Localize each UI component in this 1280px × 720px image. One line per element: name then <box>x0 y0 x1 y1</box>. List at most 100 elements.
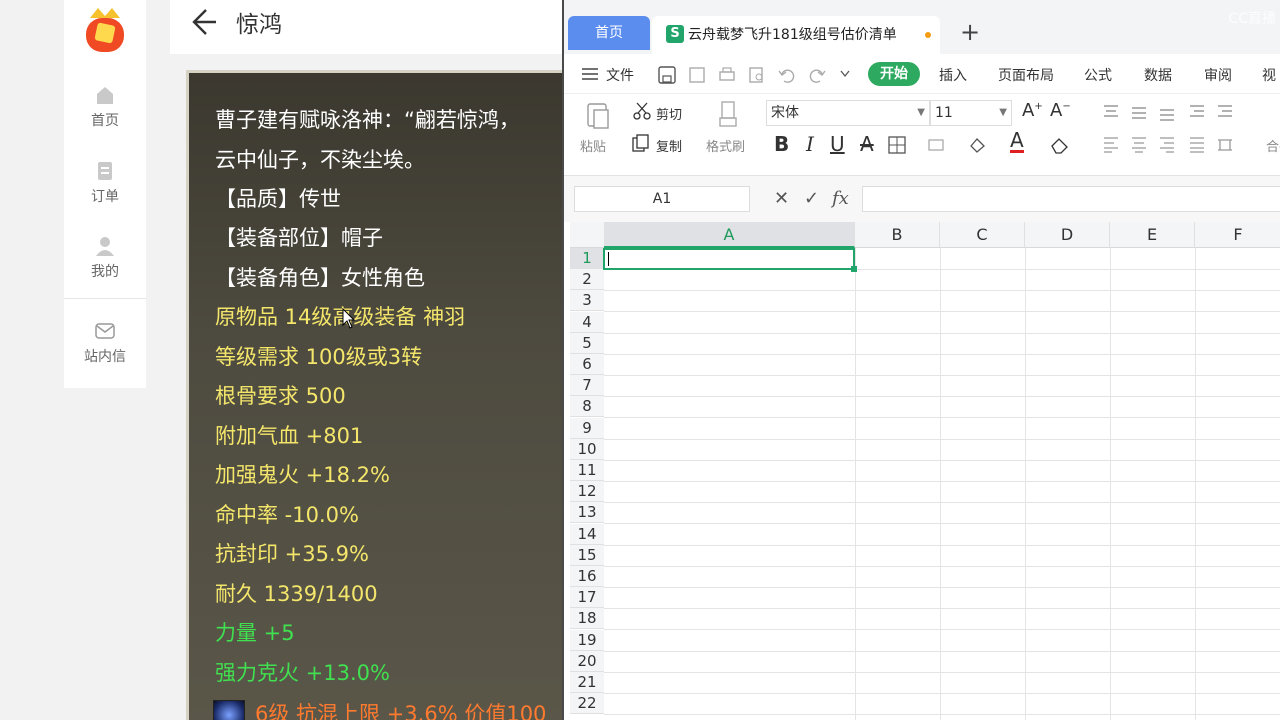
tab-home[interactable]: 首页 <box>568 16 650 50</box>
item-stat: 等级需求 100级或3转 <box>215 345 423 369</box>
format-painter-button[interactable]: 格式刷 <box>706 136 745 155</box>
fill-handle[interactable] <box>851 266 857 272</box>
row-gridline <box>604 459 1280 461</box>
menu-formula[interactable]: 公式 <box>1084 65 1112 85</box>
italic-icon[interactable]: I <box>806 132 814 156</box>
cell-style-icon[interactable] <box>928 136 946 154</box>
mouse-cursor-icon <box>342 308 356 329</box>
bold-icon[interactable]: B <box>774 132 789 156</box>
decrease-font-icon[interactable]: A− <box>1050 100 1071 121</box>
row-header[interactable]: 21 <box>570 672 604 693</box>
column-header[interactable]: D <box>1025 222 1110 248</box>
column-header[interactable]: F <box>1195 222 1280 248</box>
item-bonus-stat: 力量 +5 <box>215 621 295 645</box>
underline-icon[interactable]: U <box>830 132 845 156</box>
row-gridline <box>604 396 1280 398</box>
print-icon[interactable] <box>718 66 736 84</box>
row-gridline <box>604 650 1280 652</box>
menu-page-layout[interactable]: 页面布局 <box>998 65 1054 85</box>
merge-button[interactable]: 合并 <box>1266 136 1280 155</box>
cut-button[interactable]: 剪切 <box>656 104 682 123</box>
paste-icon[interactable] <box>586 100 612 130</box>
row-header[interactable]: 8 <box>570 396 604 418</box>
nav-orders[interactable]: 订单 <box>64 160 146 206</box>
row-header[interactable]: 16 <box>570 566 604 587</box>
row-header[interactable]: 7 <box>570 375 604 397</box>
row-header[interactable]: 22 <box>570 693 604 715</box>
nav-messages-label: 站内信 <box>84 349 126 365</box>
eraser-icon[interactable] <box>1050 136 1070 154</box>
cancel-formula-icon[interactable]: ✕ <box>774 188 789 209</box>
row-header[interactable]: 12 <box>570 481 604 503</box>
select-all-corner[interactable] <box>570 222 604 248</box>
format-painter-icon[interactable] <box>716 100 740 130</box>
row-header[interactable]: 9 <box>570 417 604 439</box>
menu-review[interactable]: 审阅 <box>1204 65 1232 85</box>
row-header[interactable]: 6 <box>570 354 604 375</box>
row-header[interactable]: 4 <box>570 311 604 333</box>
paste-button[interactable]: 粘贴 <box>580 136 606 155</box>
row-header[interactable]: 13 <box>570 502 604 524</box>
copy-icon <box>632 134 649 152</box>
tab-document[interactable]: S 云舟载梦飞升181级组号估价清单 <box>652 16 940 54</box>
new-tab-button[interactable]: + <box>960 18 980 46</box>
selected-cell[interactable] <box>603 248 857 272</box>
back-arrow-icon[interactable] <box>186 6 218 38</box>
spreadsheet-icon: S <box>666 25 684 43</box>
row-header[interactable]: 10 <box>570 438 604 460</box>
column-header[interactable]: B <box>855 222 940 248</box>
borders-icon[interactable] <box>888 136 906 154</box>
print-preview-icon[interactable] <box>748 66 766 84</box>
menu-data[interactable]: 数据 <box>1144 65 1172 85</box>
font-size-select[interactable]: 11 ▼ <box>930 100 1012 126</box>
row-header[interactable]: 1 <box>570 248 604 269</box>
copy-button[interactable]: 复制 <box>656 136 682 155</box>
confirm-formula-icon[interactable]: ✓ <box>804 188 819 209</box>
formula-input[interactable] <box>862 186 1280 212</box>
row-header[interactable]: 14 <box>570 523 604 545</box>
alignment-icons[interactable] <box>1102 102 1242 122</box>
text-cursor <box>608 252 609 266</box>
hamburger-icon[interactable] <box>582 67 598 81</box>
menu-file[interactable]: 文件 <box>606 65 634 85</box>
save-icon[interactable] <box>658 66 676 84</box>
column-header[interactable]: E <box>1110 222 1195 248</box>
nav-messages[interactable]: 站内信 <box>64 320 146 366</box>
nav-mine[interactable]: 我的 <box>64 235 146 281</box>
ribbon-toolbar: 粘贴 剪切 复制 格式刷 宋体 ▼ 11 ▼ A+ A− B I U A A 合并 <box>564 94 1280 176</box>
row-header[interactable]: 3 <box>570 290 604 312</box>
strikethrough-icon[interactable]: A <box>860 132 874 156</box>
fill-color-icon[interactable] <box>968 136 988 154</box>
export-icon[interactable] <box>688 66 706 84</box>
item-role: 【装备角色】女性角色 <box>215 266 425 290</box>
row-gridline <box>604 290 1280 292</box>
chevron-down-icon[interactable] <box>840 70 850 78</box>
row-gridline <box>604 481 1280 482</box>
column-header[interactable]: A <box>604 222 855 248</box>
row-gridline <box>604 714 1280 716</box>
font-family-select[interactable]: 宋体 ▼ <box>766 100 930 126</box>
row-header[interactable]: 20 <box>570 650 604 672</box>
row-header[interactable]: 18 <box>570 608 604 630</box>
font-size-value: 11 <box>935 105 953 121</box>
nav-home[interactable]: 首页 <box>64 84 146 130</box>
function-button[interactable]: fx <box>832 188 849 209</box>
left-sidebar: 首页 订单 我的 站内信 <box>64 0 146 388</box>
spreadsheet-grid[interactable]: A B C D E F 1 2 3 4 5 6 7 8 9 10 11 12 13 14 15 16 17 18 1… <box>564 222 1280 720</box>
undo-icon[interactable] <box>778 66 796 84</box>
row-header[interactable]: 15 <box>570 544 604 566</box>
justify-icons[interactable] <box>1102 136 1242 154</box>
increase-font-icon[interactable]: A+ <box>1022 100 1043 121</box>
redo-icon[interactable] <box>808 66 826 84</box>
row-header[interactable]: 11 <box>570 460 604 481</box>
name-box[interactable]: A1 <box>574 186 750 212</box>
row-header[interactable]: 5 <box>570 332 604 354</box>
menu-start[interactable]: 开始 <box>868 62 920 86</box>
menu-view[interactable]: 视 <box>1262 65 1276 85</box>
row-header[interactable]: 2 <box>570 269 604 291</box>
font-color-icon[interactable]: A <box>1010 130 1024 153</box>
row-header[interactable]: 17 <box>570 587 604 609</box>
menu-insert[interactable]: 插入 <box>939 65 967 85</box>
column-header[interactable]: C <box>940 222 1025 248</box>
row-header[interactable]: 19 <box>570 629 604 651</box>
